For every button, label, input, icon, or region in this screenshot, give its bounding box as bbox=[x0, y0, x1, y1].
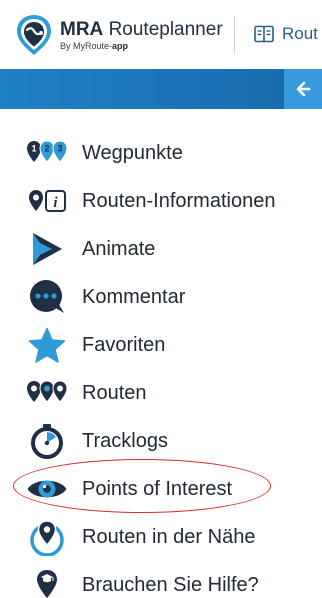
sidebar-item-animate[interactable]: Animate bbox=[0, 225, 322, 273]
sidebar-item-brauchen-sie-hilfe[interactable]: Brauchen Sie Hilfe? bbox=[0, 561, 322, 598]
sidebar-item-routen[interactable]: Routen bbox=[0, 369, 322, 417]
brand-text: MRA Routeplanner By MyRoute-app bbox=[60, 20, 223, 52]
sidebar-item-label: Animate bbox=[82, 237, 156, 260]
sidebar-item-points-of-interest[interactable]: Points of Interest bbox=[0, 465, 322, 513]
star-icon bbox=[26, 327, 68, 363]
waypoints-icon: 1 2 3 bbox=[26, 135, 68, 171]
sidebar-toolbar bbox=[0, 69, 322, 109]
tab-routes[interactable]: Rout bbox=[254, 22, 318, 46]
sidebar-item-label: Routen-Informationen bbox=[82, 189, 276, 212]
nearby-pin-icon bbox=[26, 519, 68, 556]
routes-pins-icon bbox=[26, 375, 68, 411]
brand-title: MRA Routeplanner bbox=[60, 20, 223, 40]
stopwatch-icon bbox=[26, 423, 68, 459]
arrow-left-icon bbox=[296, 81, 311, 97]
sidebar-item-label: Routen in der Nähe bbox=[82, 525, 256, 548]
sidebar-menu: 1 2 3 Wegpunkte i Routen-Informationen A… bbox=[0, 129, 322, 598]
brand-subtitle-bold: app bbox=[112, 41, 129, 51]
sidebar-item-label: Routen bbox=[82, 381, 147, 404]
sidebar-item-label: Kommentar bbox=[82, 285, 186, 308]
sidebar-item-label: Favoriten bbox=[82, 333, 166, 356]
sidebar-item-routen-in-der-naehe[interactable]: Routen in der Nähe bbox=[0, 513, 322, 561]
header-divider bbox=[234, 16, 235, 54]
sidebar-item-routen-informationen[interactable]: i Routen-Informationen bbox=[0, 177, 322, 225]
sidebar-item-tracklogs[interactable]: Tracklogs bbox=[0, 417, 322, 465]
svg-text:1: 1 bbox=[31, 144, 36, 154]
play-animate-icon bbox=[26, 231, 68, 267]
mra-logo-icon[interactable] bbox=[14, 13, 54, 57]
sidebar-item-label: Wegpunkte bbox=[82, 141, 183, 164]
sidebar-item-label: Brauchen Sie Hilfe? bbox=[82, 573, 259, 596]
sidebar-item-label: Tracklogs bbox=[82, 429, 168, 452]
app-header: MRA Routeplanner By MyRoute-app Rout bbox=[0, 0, 322, 68]
help-pin-icon bbox=[26, 567, 68, 598]
brand-subtitle: By MyRoute-app bbox=[60, 41, 223, 51]
collapse-sidebar-button[interactable] bbox=[284, 69, 322, 109]
sidebar-item-kommentar[interactable]: Kommentar bbox=[0, 273, 322, 321]
sidebar-item-wegpunkte[interactable]: 1 2 3 Wegpunkte bbox=[0, 129, 322, 177]
sidebar-item-favoriten[interactable]: Favoriten bbox=[0, 321, 322, 369]
map-book-icon bbox=[254, 25, 274, 43]
brand-subtitle-prefix: By MyRoute- bbox=[60, 41, 113, 51]
svg-text:3: 3 bbox=[57, 144, 62, 154]
route-planner-sidebar: MRA Routeplanner By MyRoute-app Rout 1 2… bbox=[0, 0, 322, 598]
tab-routes-label: Rout bbox=[282, 24, 318, 43]
svg-text:2: 2 bbox=[44, 144, 49, 154]
comment-icon bbox=[26, 279, 68, 315]
brand-product: Routeplanner bbox=[108, 19, 223, 40]
sidebar-item-label: Points of Interest bbox=[82, 477, 233, 500]
eye-icon bbox=[26, 471, 68, 507]
route-info-icon: i bbox=[26, 183, 68, 219]
brand-name: MRA bbox=[60, 19, 104, 40]
